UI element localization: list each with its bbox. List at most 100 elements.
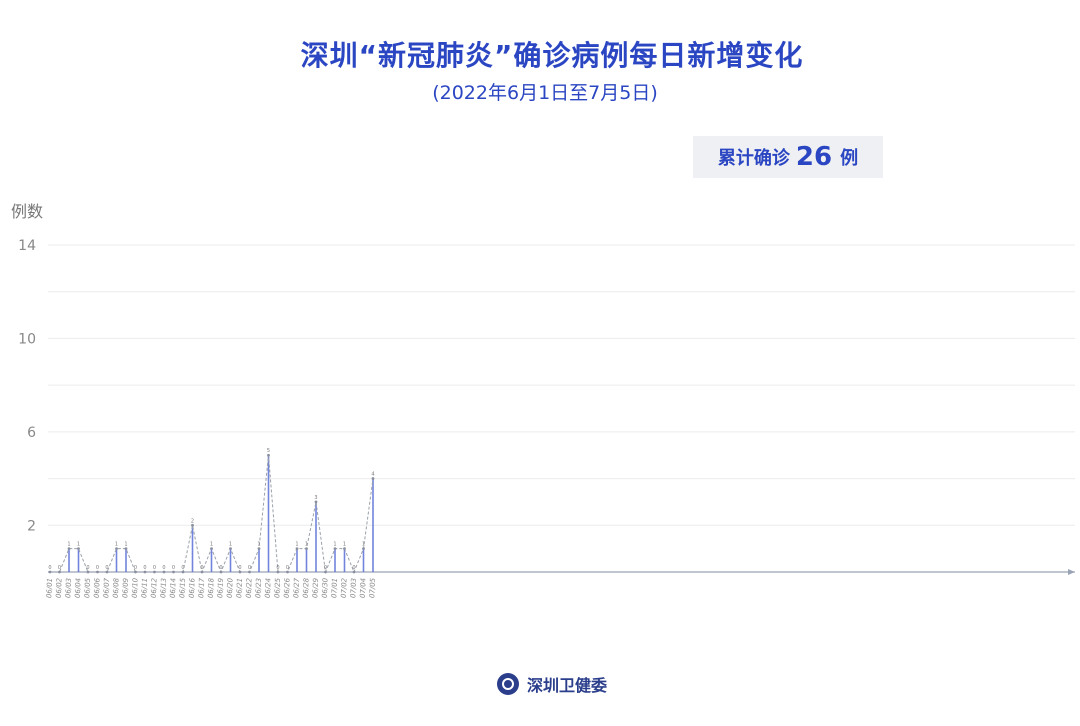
data-point [200, 570, 204, 574]
y-tick-label: 2 [27, 518, 36, 534]
data-point [67, 547, 71, 551]
data-point [210, 547, 213, 551]
x-tick-label: 07/02 [340, 577, 349, 598]
x-tick-label: 06/24 [264, 578, 273, 598]
data-label: 0 [324, 565, 327, 571]
data-label: 0 [86, 565, 89, 571]
x-tick-label: 06/04 [74, 578, 83, 598]
x-tick-label: 06/23 [254, 578, 263, 598]
data-label: 1 [257, 542, 260, 548]
data-label: 0 [200, 565, 203, 571]
data-label: 0 [58, 565, 61, 571]
data-label: 0 [352, 565, 355, 571]
data-point [86, 570, 90, 574]
x-tick-label: 06/20 [226, 577, 235, 598]
data-point [276, 570, 280, 574]
data-point [257, 547, 261, 551]
data-label: 0 [153, 565, 156, 571]
data-point [124, 547, 128, 551]
x-tick-label: 06/03 [64, 578, 73, 598]
data-point [172, 570, 175, 574]
x-tick-label: 06/28 [302, 577, 311, 598]
data-point [295, 547, 299, 551]
data-point [343, 547, 346, 551]
data-point [134, 570, 137, 574]
data-point [229, 547, 232, 551]
data-label: 0 [172, 565, 175, 571]
data-point [352, 570, 356, 574]
data-point [162, 570, 166, 574]
x-tick-label: 06/25 [273, 577, 282, 598]
health-commission-logo-icon [496, 673, 519, 695]
data-label: 1 [362, 542, 365, 548]
data-label: 1 [115, 542, 118, 548]
data-label: 2 [191, 518, 194, 524]
data-label: 0 [181, 565, 184, 571]
footer: 深圳卫健委 [0, 672, 1080, 696]
data-point [371, 477, 375, 480]
x-tick-label: 06/16 [188, 577, 197, 598]
x-tick-label: 06/07 [102, 577, 111, 598]
data-point [181, 570, 185, 574]
x-tick-label: 06/27 [292, 577, 301, 598]
daily-cases-chart: 2610140 01 10 0 01 10 0 0 0 0 0201010 0150 01 1301 101… [18, 238, 1075, 598]
data-label: 0 [134, 565, 137, 571]
footer-org-name: 深圳卫健委 [526, 676, 607, 695]
x-tick-label: 06/06 [93, 577, 102, 598]
x-tick-label: 06/14 [169, 578, 178, 598]
data-label: 1 [124, 542, 127, 548]
x-tick-label: 06/26 [283, 577, 292, 598]
x-tick-label: 06/22 [245, 577, 254, 598]
data-point [333, 547, 337, 551]
data-point [219, 570, 223, 574]
data-point [105, 570, 109, 574]
y-tick-label: 6 [27, 425, 36, 441]
data-label: 0 [248, 565, 251, 571]
x-tick-label: 06/02 [55, 577, 64, 598]
x-tick-label: 07/05 [368, 577, 377, 598]
data-point [248, 570, 251, 574]
data-point [143, 570, 147, 574]
data-label: 1 [305, 542, 308, 548]
x-tick-label: 06/11 [140, 578, 149, 598]
data-label: 0 [162, 565, 165, 571]
data-label: 1 [343, 542, 346, 548]
x-tick-label: 06/08 [112, 577, 121, 598]
data-point [267, 453, 270, 457]
data-point [362, 547, 365, 551]
x-tick-label: 06/13 [159, 578, 168, 598]
data-point [238, 570, 242, 574]
data-point [96, 570, 99, 574]
data-point [77, 547, 80, 551]
data-point [153, 570, 156, 574]
data-label: 1 [210, 542, 213, 548]
data-label: 0 [276, 565, 279, 571]
data-label: 4 [371, 472, 374, 478]
data-label: 0 [238, 565, 241, 571]
data-label: 0 [286, 565, 289, 571]
data-point [191, 523, 194, 527]
data-label: 0 [143, 565, 146, 571]
x-tick-label: 06/19 [216, 577, 225, 598]
data-point [286, 570, 289, 574]
x-tick-label: 06/05 [83, 577, 92, 598]
data-point [324, 570, 327, 574]
data-point [58, 570, 61, 574]
data-label: 0 [105, 565, 108, 571]
x-tick-label: 07/01 [330, 578, 339, 598]
data-point [314, 500, 318, 504]
x-tick-label: 06/21 [235, 578, 244, 598]
x-tick-label: 07/04 [359, 578, 368, 598]
data-point [48, 570, 52, 574]
y-tick-label: 14 [18, 238, 36, 254]
data-label: 0 [48, 565, 51, 571]
x-tick-label: 06/12 [150, 577, 159, 598]
data-label: 1 [229, 542, 232, 548]
x-tick-label: 06/29 [311, 577, 320, 598]
data-point [115, 547, 118, 551]
x-tick-label: 06/09 [121, 577, 130, 598]
data-label: 1 [295, 542, 298, 548]
x-tick-label: 06/01 [45, 578, 54, 598]
x-tick-label: 06/15 [178, 577, 187, 598]
x-axis-arrow-icon [1068, 569, 1075, 575]
